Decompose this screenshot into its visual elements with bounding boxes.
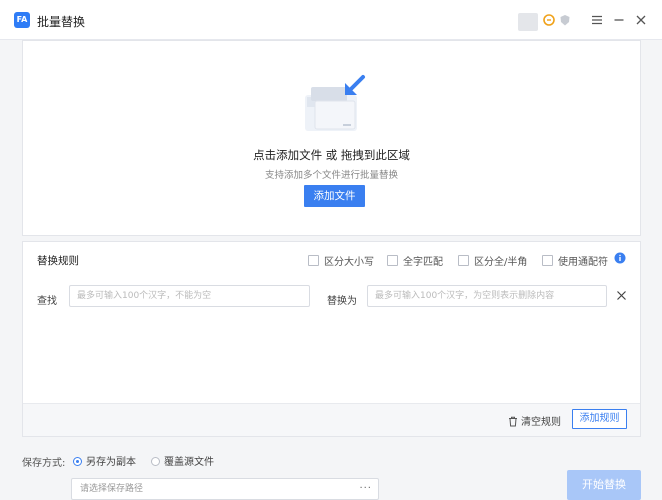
save-path-input[interactable]: 请选择保存路径 ··· (71, 478, 379, 500)
dropzone-subtitle: 支持添加多个文件进行批量替换 (264, 170, 398, 181)
rules-title: 替换规则 (37, 255, 79, 267)
close-icon[interactable] (634, 13, 648, 27)
replace-label: 替换为 (327, 296, 357, 307)
checkbox-label: 区分大小写 (324, 257, 374, 268)
checkbox-icon (387, 255, 398, 266)
radio-label: 另存为副本 (86, 457, 136, 468)
save-path-placeholder: 请选择保存路径 (80, 484, 144, 494)
add-rule-button[interactable]: 添加规则 (572, 409, 627, 429)
app-title: 批量替换 (37, 15, 86, 29)
info-icon[interactable] (614, 252, 626, 264)
checkbox-label: 全字匹配 (403, 257, 443, 268)
overwrite-source-radio[interactable]: 覆盖源文件 (151, 453, 214, 468)
radio-label: 覆盖源文件 (164, 457, 214, 468)
save-as-copy-radio[interactable]: 另存为副本 (73, 453, 136, 468)
browse-path-button[interactable]: ··· (359, 479, 372, 499)
full-half-width-checkbox[interactable]: 区分全/半角 (458, 253, 527, 268)
menu-icon[interactable] (590, 13, 604, 27)
replace-input[interactable] (367, 285, 607, 307)
checkbox-icon (542, 255, 553, 266)
find-label: 查找 (37, 296, 57, 307)
delete-rule-icon[interactable] (616, 290, 627, 301)
checkbox-label: 使用通配符 (558, 257, 608, 268)
clear-rules-label: 清空规则 (521, 417, 561, 428)
coin-icon[interactable] (543, 14, 555, 26)
add-file-button[interactable]: 添加文件 (304, 185, 365, 207)
radio-icon (151, 457, 160, 466)
replace-rules-panel: 替换规则 区分大小写 全字匹配 区分全/半角 使用通配符 查找 替换为 清空规则… (22, 241, 641, 437)
checkbox-icon (308, 255, 319, 266)
title-bar: FA 批量替换 (0, 0, 662, 40)
whole-word-checkbox[interactable]: 全字匹配 (387, 253, 443, 268)
checkbox-label: 区分全/半角 (474, 257, 528, 268)
add-file-illustration-icon (305, 75, 365, 131)
file-drop-zone[interactable]: 点击添加文件 或 拖拽到此区域 支持添加多个文件进行批量替换 添加文件 (22, 40, 641, 236)
wildcard-checkbox[interactable]: 使用通配符 (542, 253, 608, 268)
find-input[interactable] (69, 285, 310, 307)
save-mode-label: 保存方式: (22, 458, 66, 469)
user-avatar[interactable] (518, 13, 538, 31)
dropzone-title: 点击添加文件 或 拖拽到此区域 (253, 148, 410, 162)
radio-selected-icon (73, 457, 82, 466)
case-sensitive-checkbox[interactable]: 区分大小写 (308, 253, 374, 268)
shield-icon[interactable] (559, 14, 571, 26)
clear-rules-button[interactable]: 清空规则 (508, 413, 561, 428)
checkbox-icon (458, 255, 469, 266)
minimize-icon[interactable] (612, 13, 626, 27)
rules-footer: 清空规则 添加规则 (23, 403, 640, 436)
app-logo-icon: FA (14, 12, 30, 28)
start-replace-button[interactable]: 开始替换 (567, 470, 641, 500)
trash-icon (509, 416, 517, 427)
